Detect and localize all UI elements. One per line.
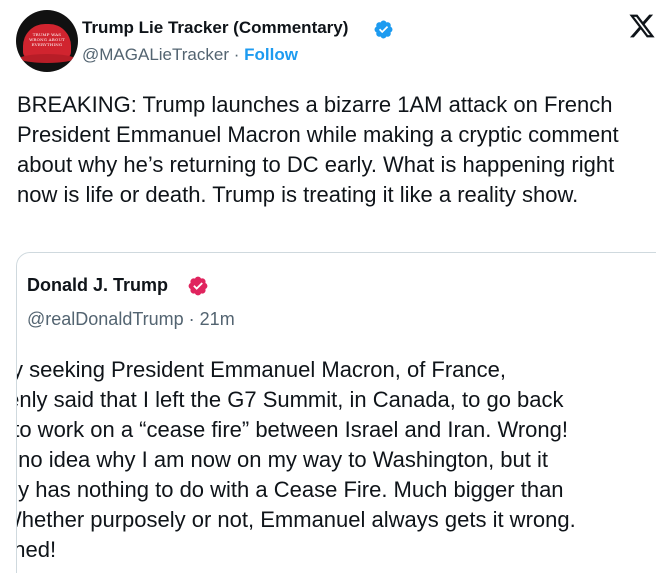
quoted-display-name[interactable]: Donald J. Trump — [27, 275, 168, 296]
cap-text: TRUMP WAS WRONG ABOUT EVERYTHING — [29, 32, 65, 47]
cap-brim — [20, 54, 74, 63]
quoted-timestamp[interactable]: 21m — [200, 309, 235, 329]
verified-badge-icon — [188, 276, 208, 296]
quoted-text-line: tenly said that I left the G7 Summit, in… — [16, 387, 564, 412]
x-logo-icon[interactable] — [628, 12, 656, 40]
quoted-text-line: . to work on a “cease fire” between Isra… — [16, 417, 568, 442]
quoted-text-line: s no idea why I am now on my way to Wash… — [16, 447, 549, 472]
follow-button[interactable]: Follow — [244, 45, 298, 64]
quoted-post-card[interactable]: Donald J. Trump @realDonaldTrump · 21m i… — [16, 252, 656, 573]
quoted-handle-line: @realDonaldTrump · 21m — [27, 309, 235, 330]
handle[interactable]: @MAGALieTracker — [82, 45, 229, 64]
avatar[interactable]: TRUMP WAS WRONG ABOUT EVERYTHING — [16, 10, 78, 72]
separator: · — [183, 309, 200, 329]
quoted-text-line: Whether purposely or not, Emmanuel alway… — [16, 507, 576, 532]
display-name[interactable]: Trump Lie Tracker (Commentary) — [82, 18, 348, 38]
quoted-post-text: ity seeking President Emmanuel Macron, o… — [16, 355, 656, 565]
quoted-text-line: uned! — [17, 537, 57, 562]
quoted-handle[interactable]: @realDonaldTrump — [27, 309, 184, 329]
handle-line: @MAGALieTracker · Follow — [82, 45, 298, 65]
quoted-text-line: ity seeking President Emmanuel Macron, o… — [16, 357, 507, 382]
separator: · — [229, 45, 245, 64]
tweet-text: BREAKING: Trump launches a bizarre 1AM a… — [17, 92, 619, 207]
verified-badge-icon — [374, 20, 393, 39]
quoted-text-line: nly has nothing to do with a Cease Fire.… — [16, 477, 564, 502]
